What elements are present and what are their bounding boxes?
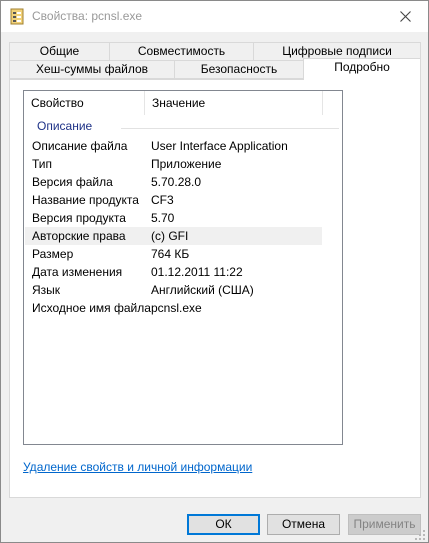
property-name: Авторские права <box>32 229 126 243</box>
list-item-selected[interactable]: Авторские права (c) GFI <box>25 227 322 245</box>
window-title: Свойства: pcnsl.exe <box>32 9 143 23</box>
title-bar[interactable]: Свойства: pcnsl.exe <box>1 1 428 32</box>
close-button[interactable] <box>382 1 428 32</box>
group-header-description[interactable]: Описание <box>37 119 92 133</box>
list-header: Свойство Значение <box>24 91 342 115</box>
property-name: Описание файла <box>32 139 128 153</box>
property-value: 5.70.28.0 <box>151 175 202 189</box>
list-item[interactable]: Описание файла User Interface Applicatio… <box>25 137 322 155</box>
properties-file-icon <box>10 8 24 25</box>
apply-button[interactable]: Применить <box>348 514 421 535</box>
list-item[interactable]: Размер 764 КБ <box>25 245 322 263</box>
column-header-value[interactable]: Значение <box>145 91 323 115</box>
tab-label: Совместимость <box>137 44 226 58</box>
remove-properties-link[interactable]: Удаление свойств и личной информации <box>23 460 252 474</box>
column-header-label: Значение <box>152 96 206 110</box>
property-value: (c) GFI <box>151 229 189 243</box>
list-item[interactable]: Язык Английский (США) <box>25 281 322 299</box>
column-header-property[interactable]: Свойство <box>24 91 145 115</box>
column-header-label: Свойство <box>31 96 84 110</box>
list-item[interactable]: Исходное имя файла pcnsl.exe <box>25 299 322 317</box>
property-name: Тип <box>32 157 53 171</box>
details-list[interactable]: Свойство Значение Описание Описание файл… <box>23 90 343 445</box>
list-item[interactable]: Дата изменения 01.12.2011 11:22 <box>25 263 322 281</box>
list-item[interactable]: Версия файла 5.70.28.0 <box>25 173 322 191</box>
property-value: Английский (США) <box>151 283 254 297</box>
property-name: Дата изменения <box>32 265 123 279</box>
tab-label: Подробно <box>334 60 390 74</box>
resize-grip-icon[interactable] <box>415 529 425 540</box>
property-name: Название продукта <box>32 193 139 207</box>
property-name: Язык <box>32 283 61 297</box>
property-value: User Interface Application <box>151 139 288 153</box>
property-value: Приложение <box>151 157 222 171</box>
tab-security[interactable]: Безопасность <box>174 60 304 79</box>
property-name: Версия продукта <box>32 211 126 225</box>
tab-label: Цифровые подписи <box>282 44 392 58</box>
tab-label: Безопасность <box>200 62 278 76</box>
group-divider <box>121 128 339 129</box>
property-value: pcnsl.exe <box>151 301 202 315</box>
tab-label: Общие <box>39 44 80 58</box>
close-icon <box>399 11 411 22</box>
property-value: 764 КБ <box>151 247 190 261</box>
property-name: Версия файла <box>32 175 113 189</box>
property-name: Размер <box>32 247 74 261</box>
list-item[interactable]: Название продукта CF3 <box>25 191 322 209</box>
property-value: 01.12.2011 11:22 <box>151 265 243 279</box>
tab-label: Хеш-суммы файлов <box>35 62 149 76</box>
property-value: 5.70 <box>151 211 175 225</box>
cancel-button[interactable]: Отмена <box>267 514 340 535</box>
tab-compatibility[interactable]: Совместимость <box>109 42 254 61</box>
tab-details[interactable]: Подробно <box>303 58 421 80</box>
tab-file-hashes[interactable]: Хеш-суммы файлов <box>9 60 175 79</box>
tab-general[interactable]: Общие <box>9 42 110 61</box>
property-name: Исходное имя файла <box>32 301 151 315</box>
list-item[interactable]: Версия продукта 5.70 <box>25 209 322 227</box>
property-value: CF3 <box>151 193 174 207</box>
ok-button[interactable]: ОК <box>187 514 260 535</box>
list-item[interactable]: Тип Приложение <box>25 155 322 173</box>
properties-window: Свойства: pcnsl.exe Общие Совместимость … <box>0 0 429 543</box>
